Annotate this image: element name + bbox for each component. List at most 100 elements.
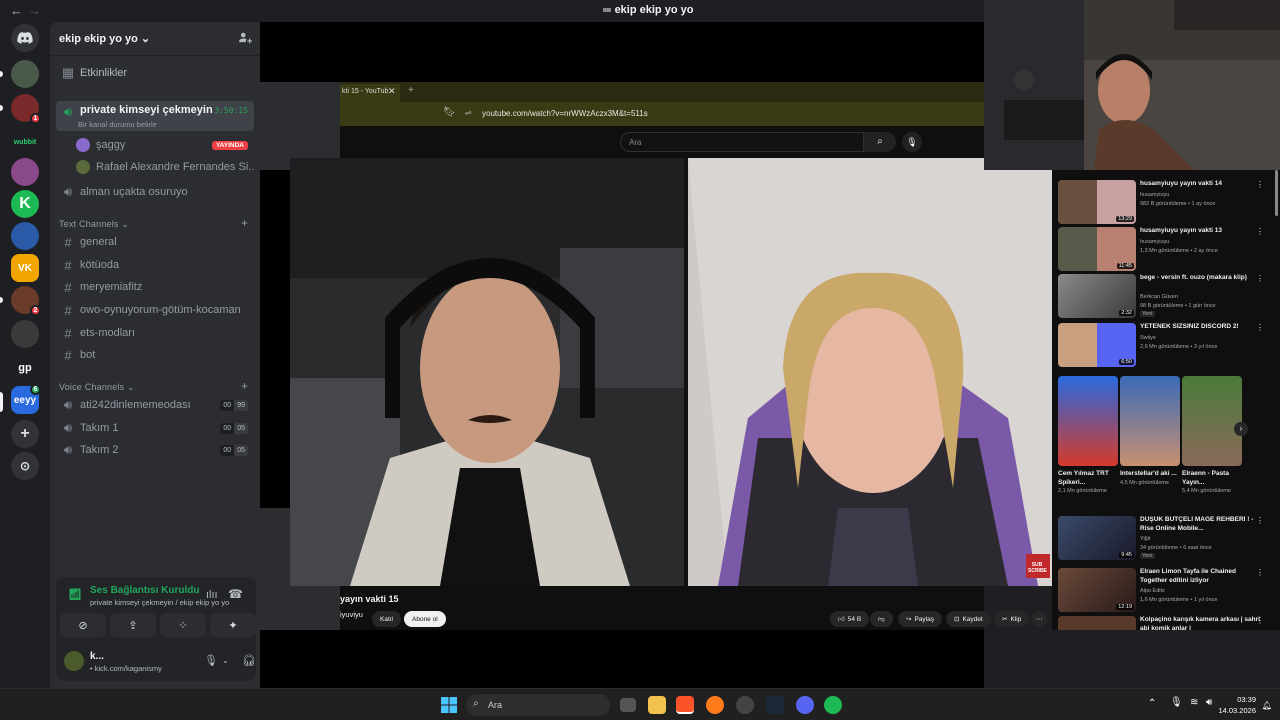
chevron-right-icon[interactable]: ›	[1234, 422, 1248, 436]
short-item[interactable]: Cem Yılmaz TRT Spikeri... 2,1 Mn görüntü…	[1058, 376, 1118, 495]
like-button[interactable]: 👍︎ 54 B	[830, 611, 870, 627]
soundboard-button[interactable]: ✦	[210, 613, 256, 637]
voice-channel[interactable]: 🔊︎ Takım 2 00 05	[56, 440, 254, 460]
discord-home-icon[interactable]	[11, 24, 39, 52]
microphone-icon[interactable]: 🎙︎	[1170, 697, 1183, 708]
video-thumbnail[interactable]: 12:19	[1058, 568, 1136, 612]
recommendation-item[interactable]: 9:45 DÜŞÜK BÜTÇELİ MAGE REHBERİ ! - Rise…	[1058, 516, 1278, 562]
voice-channel-active[interactable]: 🔊︎ private kimseyi çekmeyin 3:50:15 Bir …	[56, 101, 254, 131]
spotify-icon[interactable]	[824, 696, 842, 714]
text-channel[interactable]: # bot	[56, 345, 254, 365]
chevron-up-icon[interactable]: ⌃	[1148, 698, 1156, 709]
text-channel[interactable]: # kötüoda	[56, 255, 254, 275]
more-vert-icon[interactable]: ⋮	[1256, 180, 1264, 189]
bookmark-icon[interactable]: 🔖︎	[443, 107, 456, 118]
server-header[interactable]: ekip ekip yo yo ⌄	[50, 22, 260, 56]
video-thumbnail[interactable]: 11:45	[1058, 227, 1136, 271]
more-vert-icon[interactable]: ⋮	[1256, 516, 1264, 525]
server-icon[interactable]	[11, 222, 39, 250]
brave-browser-icon[interactable]	[676, 696, 694, 714]
noise-suppression-icon[interactable]: ılıı	[206, 589, 218, 601]
voice-connected-status[interactable]: Ses Bağlantısı Kuruldu	[90, 585, 199, 596]
recommendation-item[interactable]: 12:19 Elraen Limon Tayfa ile Chained Tog…	[1058, 568, 1278, 614]
server-icon[interactable]: VK	[11, 254, 39, 282]
events-item[interactable]: ▦ Etkinlikler	[56, 63, 254, 83]
discord-icon[interactable]	[796, 696, 814, 714]
taskbar-search[interactable]: ⌕ Ara	[466, 694, 610, 716]
dislike-button[interactable]: 👎︎	[870, 611, 893, 627]
short-item[interactable]: Interstellar'd aki ... 4,5 Mn görüntülem…	[1120, 376, 1180, 487]
steam-icon[interactable]	[766, 696, 784, 714]
new-tab-icon[interactable]: +	[408, 85, 414, 96]
video-thumbnail[interactable]: 13:29	[1058, 180, 1136, 224]
add-channel-icon[interactable]: +	[241, 216, 248, 230]
more-actions-button[interactable]: ⋯	[1032, 611, 1047, 627]
recommendation-item[interactable]: 11:45 husamyiuyu yayın vakti 13 husamyiu…	[1058, 227, 1278, 273]
user-name[interactable]: k...	[90, 651, 104, 662]
volume-icon[interactable]: 🔊︎	[1206, 697, 1212, 708]
server-icon[interactable]	[11, 60, 39, 88]
add-channel-icon[interactable]: +	[241, 379, 248, 393]
task-view-icon[interactable]	[620, 698, 636, 712]
notification-icon[interactable]: 🔔︎	[1262, 701, 1272, 710]
wifi-icon[interactable]: ≋	[1190, 697, 1198, 708]
clip-button[interactable]: ✂ Klip	[994, 611, 1030, 627]
recommendation-item[interactable]: Kolpaçino karışık kamera arkası | sahri …	[1058, 616, 1278, 630]
avatar[interactable]	[64, 651, 84, 671]
recommendation-item[interactable]: 2:32 bege - versin ft. ouzo (makara klip…	[1058, 274, 1278, 320]
address-bar[interactable]: 🔖︎ ⇌ youtube.com/watch?v=nrWWzAczx3M&t=5…	[340, 102, 984, 126]
add-member-icon[interactable]	[238, 31, 252, 45]
share-button[interactable]: ↪ Paylaş	[898, 611, 942, 627]
search-icon[interactable]: ⌕	[864, 132, 896, 152]
site-info-icon[interactable]: ⇌	[465, 108, 472, 117]
text-channel[interactable]: # ets-modları	[56, 323, 254, 343]
voice-channel[interactable]: 🔊︎ alman uçakta osuruyo	[56, 182, 254, 202]
server-icon[interactable]	[11, 158, 39, 186]
voice-channel[interactable]: 🔊︎ Takım 1 00 05	[56, 418, 254, 438]
server-name[interactable]: ekip ekip yo yo ⌄	[59, 32, 150, 45]
recommendation-item[interactable]: 13:29 husamyiuyu yayın vakti 14 husamyiu…	[1058, 180, 1278, 226]
chevron-down-icon[interactable]: ⌄	[222, 656, 229, 665]
headphones-icon[interactable]: 🎧︎	[242, 654, 256, 667]
scrollbar[interactable]	[1275, 170, 1278, 216]
text-channel[interactable]: # meryemiafitz	[56, 277, 254, 297]
video-thumbnail[interactable]: 6:50	[1058, 323, 1136, 367]
browser-icon[interactable]	[706, 696, 724, 714]
share-screen-button[interactable]: ⇪	[110, 613, 156, 637]
server-icon[interactable]: wubbit	[11, 128, 39, 156]
video-thumbnail[interactable]: 2:32	[1058, 274, 1136, 318]
short-item[interactable]: Elraenn - Pasta Yayın... 5,4 Mn görüntül…	[1182, 376, 1242, 495]
server-icon[interactable]: K	[11, 190, 39, 218]
video-thumbnail[interactable]: 9:45	[1058, 516, 1136, 560]
video-thumbnail[interactable]	[1058, 616, 1136, 630]
add-server-icon[interactable]: +	[11, 420, 39, 448]
windows-start-icon[interactable]	[440, 696, 458, 714]
subscribe-button[interactable]: Abone ol	[404, 611, 446, 627]
more-vert-icon[interactable]: ⋮	[1256, 323, 1264, 332]
activities-button[interactable]: ⁘	[160, 613, 206, 637]
signal-icon[interactable]: 📶︎	[68, 588, 82, 601]
short-thumbnail[interactable]	[1120, 376, 1180, 466]
app-icon[interactable]	[736, 696, 754, 714]
more-vert-icon[interactable]: ⋮	[1256, 274, 1264, 283]
camera-off-button[interactable]: ⊘	[60, 613, 106, 637]
search-input[interactable]: Ara	[620, 132, 864, 152]
save-button[interactable]: ⊡ Kaydet	[946, 611, 991, 627]
server-icon[interactable]	[11, 320, 39, 348]
join-button[interactable]: Katıl	[372, 611, 402, 627]
voice-member[interactable]: Rafael Alexandre Fernandes Si...	[76, 157, 254, 177]
disconnect-icon[interactable]: ☎	[228, 587, 243, 601]
voice-channel[interactable]: 🔊︎ ati242dinlememeodası 00 99	[56, 395, 254, 415]
video-player[interactable]: SUB SCRIBE	[290, 158, 1052, 586]
clock[interactable]: 03:39 14.03.2026	[1218, 694, 1256, 716]
channel-name[interactable]: iyuviyu	[340, 610, 363, 619]
close-tab-icon[interactable]: ✕	[388, 86, 396, 97]
microphone-icon[interactable]: 🎙︎	[204, 654, 218, 667]
short-thumbnail[interactable]	[1058, 376, 1118, 466]
short-thumbnail[interactable]	[1182, 376, 1242, 466]
more-vert-icon[interactable]: ⋮	[1256, 227, 1264, 236]
text-channel[interactable]: # general	[56, 232, 254, 252]
microphone-icon[interactable]: 🎙︎	[902, 132, 922, 152]
category-voice-channels[interactable]: Voice Channels ⌄	[59, 382, 135, 393]
server-icon[interactable]: 2	[11, 286, 41, 316]
